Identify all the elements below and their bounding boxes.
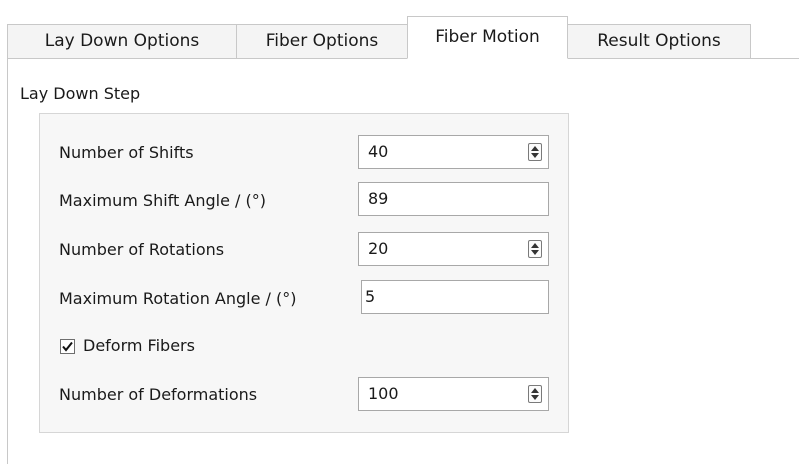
max-rotation-angle-value: 5: [365, 287, 376, 306]
num-rotations-label: Number of Rotations: [59, 240, 225, 259]
num-deformations-label: Number of Deformations: [59, 385, 258, 404]
tab-fiber-options[interactable]: Fiber Options: [236, 24, 408, 59]
spin-down-icon[interactable]: [531, 250, 539, 255]
section-title: Lay Down Step: [20, 84, 141, 103]
spin-up-icon[interactable]: [531, 146, 539, 151]
panel-left-border: [7, 58, 8, 464]
num-rotations-value: 20: [368, 239, 389, 258]
spin-up-icon[interactable]: [531, 243, 539, 248]
fiber-motion-panel: Lay Down Options Fiber Options Fiber Mot…: [0, 0, 799, 464]
spin-arrows-icon[interactable]: [528, 385, 542, 403]
spin-down-icon[interactable]: [531, 395, 539, 400]
num-deformations-spinbox[interactable]: 100: [358, 377, 549, 411]
tab-bar: Lay Down Options Fiber Options Fiber Mot…: [7, 0, 799, 59]
spin-up-icon[interactable]: [531, 388, 539, 393]
num-rotations-spinbox[interactable]: 20: [358, 232, 549, 266]
num-shifts-label: Number of Shifts: [59, 143, 194, 162]
num-deformations-value: 100: [368, 384, 399, 403]
spin-down-icon[interactable]: [531, 153, 539, 158]
checkmark-icon: [62, 341, 73, 352]
tab-result-options[interactable]: Result Options: [567, 24, 751, 59]
deform-fibers-checkbox[interactable]: [60, 339, 75, 354]
max-shift-angle-field[interactable]: 89: [358, 182, 549, 216]
spin-arrows-icon[interactable]: [528, 143, 542, 161]
tab-fiber-motion[interactable]: Fiber Motion: [407, 16, 568, 59]
tab-bar-baseline: [743, 58, 799, 59]
max-rotation-angle-label: Maximum Rotation Angle / (°): [59, 289, 297, 308]
max-rotation-angle-field[interactable]: 5: [361, 280, 549, 314]
max-shift-angle-label: Maximum Shift Angle / (°): [59, 191, 266, 210]
spin-arrows-icon[interactable]: [528, 240, 542, 258]
num-shifts-spinbox[interactable]: 40: [358, 135, 549, 169]
num-shifts-value: 40: [368, 142, 389, 161]
max-shift-angle-value: 89: [368, 189, 389, 208]
deform-fibers-label[interactable]: Deform Fibers: [83, 336, 195, 355]
tab-lay-down-options[interactable]: Lay Down Options: [7, 24, 237, 59]
